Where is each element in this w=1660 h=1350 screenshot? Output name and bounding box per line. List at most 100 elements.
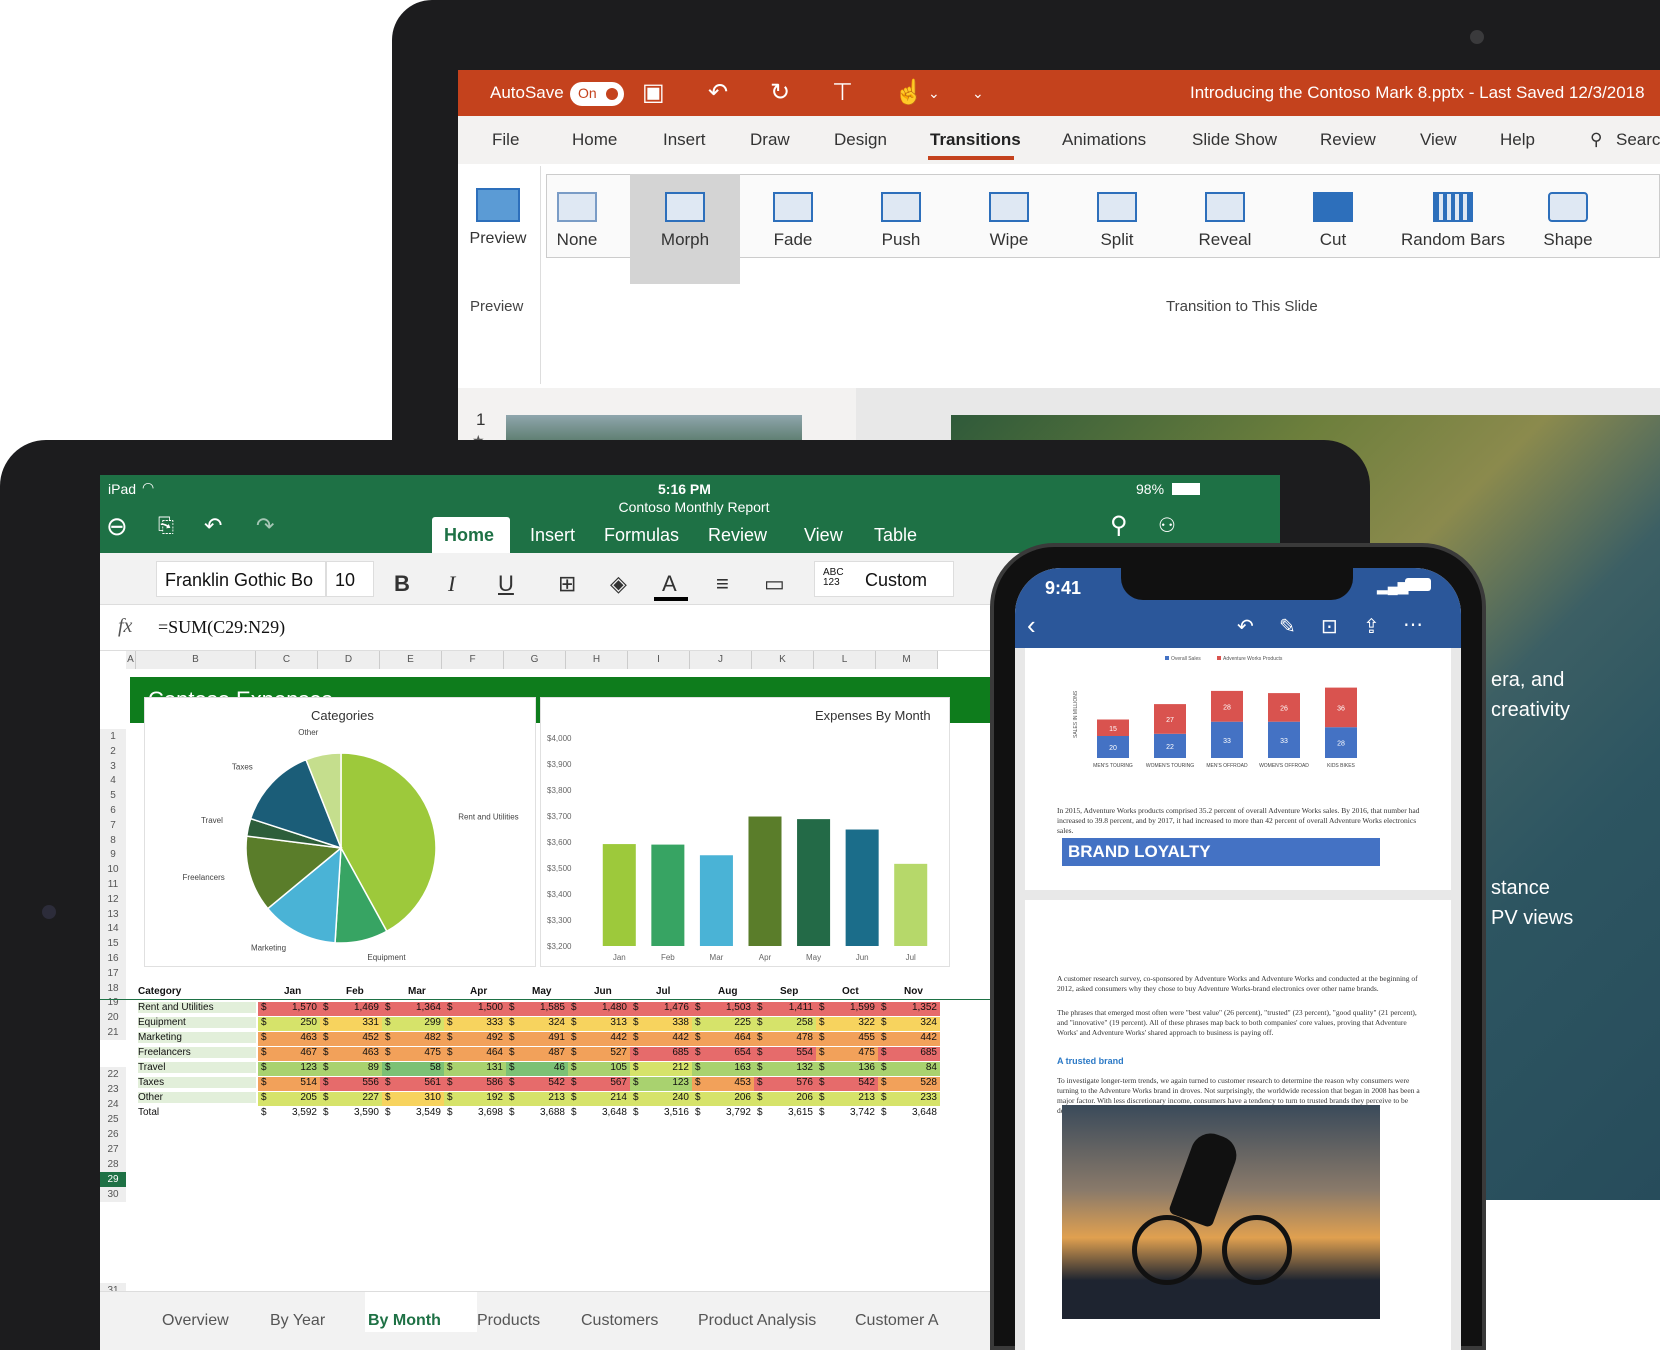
value-cell[interactable]: $464	[692, 1032, 754, 1046]
category-cell[interactable]: Total	[138, 1107, 159, 1118]
value-cell[interactable]: $206	[692, 1092, 754, 1106]
column-header[interactable]: M	[876, 651, 938, 669]
value-cell[interactable]: $84	[878, 1062, 940, 1076]
value-cell[interactable]: $654	[692, 1047, 754, 1061]
value-cell[interactable]: $136	[816, 1062, 878, 1076]
tab-slide-show[interactable]: Slide Show	[1192, 130, 1277, 150]
value-cell[interactable]: $3,648	[568, 1107, 630, 1121]
present-icon[interactable]: ⊤	[832, 78, 853, 108]
back-icon[interactable]: ‹	[1027, 610, 1036, 641]
column-header[interactable]: C	[256, 651, 318, 669]
value-cell[interactable]: $455	[816, 1032, 878, 1046]
value-cell[interactable]: $333	[444, 1017, 506, 1031]
fill-color-icon[interactable]: ◈	[610, 571, 627, 597]
customize-qat-icon[interactable]: ⌄	[972, 78, 984, 108]
search-label[interactable]: Search	[1616, 130, 1660, 150]
category-cell[interactable]: Rent and Utilities	[138, 1002, 256, 1013]
value-cell[interactable]: $324	[506, 1017, 568, 1031]
value-cell[interactable]: $163	[692, 1062, 754, 1076]
value-cell[interactable]: $46	[506, 1062, 568, 1076]
row-header[interactable]: 17	[100, 965, 126, 981]
wrap-icon[interactable]: ▭	[764, 571, 785, 597]
value-cell[interactable]: $685	[878, 1047, 940, 1061]
save-icon[interactable]: ▣	[642, 78, 665, 108]
category-cell[interactable]: Other	[138, 1092, 256, 1103]
tab-insert[interactable]: Insert	[530, 525, 575, 546]
row-header[interactable]: 26	[100, 1127, 126, 1142]
tab-animations[interactable]: Animations	[1062, 130, 1146, 150]
value-cell[interactable]: $213	[816, 1092, 878, 1106]
transition-split[interactable]: Split	[1062, 174, 1172, 284]
tab-home[interactable]: Home	[572, 130, 617, 150]
value-cell[interactable]: $258	[754, 1017, 816, 1031]
tab-table[interactable]: Table	[874, 525, 917, 546]
row-header[interactable]: 12	[100, 891, 126, 907]
transition-random-bars[interactable]: Random Bars	[1388, 174, 1518, 284]
value-cell[interactable]: $3,698	[444, 1107, 506, 1121]
undo-icon[interactable]: ↶	[1237, 614, 1254, 639]
row-header[interactable]: 3	[100, 758, 126, 774]
bold-button[interactable]: B	[394, 571, 410, 597]
value-cell[interactable]: $586	[444, 1077, 506, 1091]
value-cell[interactable]: $338	[630, 1017, 692, 1031]
row-header[interactable]: 14	[100, 921, 126, 937]
column-header[interactable]: D	[318, 651, 380, 669]
column-header[interactable]: A	[126, 651, 136, 669]
row-header[interactable]: 4	[100, 773, 126, 789]
value-cell[interactable]: $464	[444, 1047, 506, 1061]
font-name-field[interactable]: Franklin Gothic Bo	[156, 561, 326, 597]
column-header[interactable]: I	[628, 651, 690, 669]
value-cell[interactable]: $250	[258, 1017, 320, 1031]
value-cell[interactable]: $527	[568, 1047, 630, 1061]
bar-chart-container[interactable]: Expenses By Month $4,000 $3,900 $3,800 $3,7…	[540, 697, 950, 967]
search-icon[interactable]: ⚲	[1590, 130, 1602, 150]
transition-shape[interactable]: Shape	[1518, 174, 1618, 284]
value-cell[interactable]: $324	[878, 1017, 940, 1031]
transition-none[interactable]: None	[522, 174, 632, 284]
tab-design[interactable]: Design	[834, 130, 887, 150]
value-cell[interactable]: $3,549	[382, 1107, 444, 1121]
value-cell[interactable]: $3,590	[320, 1107, 382, 1121]
value-cell[interactable]: $442	[568, 1032, 630, 1046]
value-cell[interactable]: $132	[754, 1062, 816, 1076]
redo-icon[interactable]: ↻	[770, 78, 790, 108]
back-icon[interactable]: ⊖	[106, 511, 128, 542]
column-header[interactable]: J	[690, 651, 752, 669]
touch-dropdown-icon[interactable]: ⌄	[928, 78, 940, 108]
row-header[interactable]: 7	[100, 817, 126, 833]
value-cell[interactable]: $475	[382, 1047, 444, 1061]
sheet-tab-customer-a[interactable]: Customer A	[855, 1312, 939, 1330]
transition-cut[interactable]: Cut	[1278, 174, 1388, 284]
value-cell[interactable]: $123	[258, 1062, 320, 1076]
value-cell[interactable]: $556	[320, 1077, 382, 1091]
tab-insert[interactable]: Insert	[663, 130, 706, 150]
category-cell[interactable]: Freelancers	[138, 1047, 256, 1058]
font-color-button[interactable]: A	[662, 571, 677, 597]
transition-wipe[interactable]: Wipe	[954, 174, 1064, 284]
value-cell[interactable]: $3,516	[630, 1107, 692, 1121]
share-person-icon[interactable]: ⚇	[1158, 513, 1176, 538]
value-cell[interactable]: $1,585	[506, 1002, 568, 1016]
value-cell[interactable]: $492	[444, 1032, 506, 1046]
tab-view[interactable]: View	[1420, 130, 1457, 150]
sheet-tab-by-year[interactable]: By Year	[270, 1312, 325, 1330]
transition-fade[interactable]: Fade	[738, 174, 848, 284]
value-cell[interactable]: $1,599	[816, 1002, 878, 1016]
draw-pen-icon[interactable]: ✎	[1279, 614, 1296, 639]
value-cell[interactable]: $463	[320, 1047, 382, 1061]
more-icon[interactable]: ⋯	[1403, 612, 1423, 637]
value-cell[interactable]: $225	[692, 1017, 754, 1031]
value-cell[interactable]: $1,570	[258, 1002, 320, 1016]
column-header[interactable]: K	[752, 651, 814, 669]
tab-draw[interactable]: Draw	[750, 130, 790, 150]
tab-review[interactable]: Review	[708, 525, 767, 546]
align-icon[interactable]: ≡	[716, 571, 729, 597]
value-cell[interactable]: $452	[320, 1032, 382, 1046]
category-cell[interactable]: Taxes	[138, 1077, 256, 1088]
value-cell[interactable]: $3,742	[816, 1107, 878, 1121]
value-cell[interactable]: $576	[754, 1077, 816, 1091]
tab-file[interactable]: File	[492, 130, 519, 150]
share-icon[interactable]: ⇪	[1363, 614, 1380, 639]
value-cell[interactable]: $1,411	[754, 1002, 816, 1016]
row-header[interactable]: 13	[100, 906, 126, 922]
